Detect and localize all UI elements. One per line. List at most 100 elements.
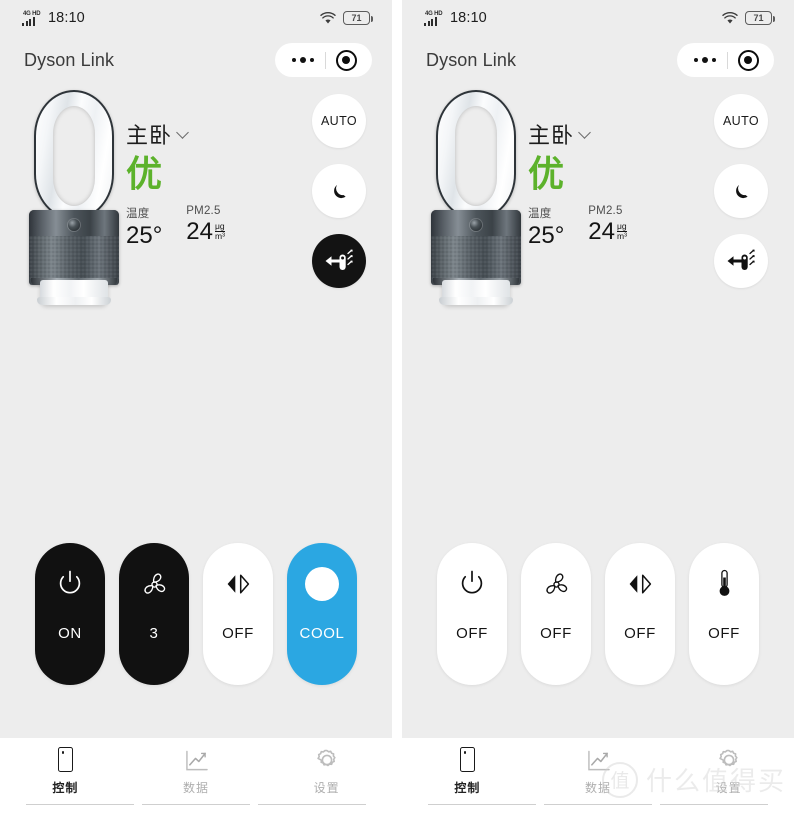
device-collar (29, 210, 119, 236)
control-caption: OFF (456, 625, 488, 642)
metric-number: 25° (528, 222, 565, 249)
more-dots-icon[interactable] (683, 56, 727, 64)
mode-button-group: AUTO (714, 94, 768, 288)
power-button[interactable]: ON (35, 543, 105, 685)
status-bar-clock: 18:10 (48, 9, 85, 26)
device-loop-amplifier (436, 90, 516, 220)
device-filter-body (431, 210, 521, 285)
bottom-tab-bar: 控制 数据 设置 (0, 738, 392, 820)
metric-value: 25° (126, 222, 162, 250)
room-selector[interactable]: 主卧 (528, 118, 658, 150)
power-button[interactable]: OFF (437, 543, 507, 685)
cool-dot-icon (305, 543, 339, 625)
tab-underline (258, 804, 366, 806)
unit-denominator: m³ (617, 231, 627, 241)
metric-value: 24 μg m³ (588, 218, 627, 246)
night-mode-button[interactable] (312, 164, 366, 218)
control-deck: OFF OFF OFF OFF (402, 543, 794, 685)
battery-indicator: 71 (343, 11, 373, 25)
auto-mode-button[interactable]: AUTO (312, 94, 366, 148)
auto-mode-button[interactable]: AUTO (714, 94, 768, 148)
signal-bars-icon: 4G HD (424, 11, 445, 26)
tab-underline (142, 804, 250, 806)
wifi-icon (320, 11, 336, 23)
tab-underline (26, 804, 134, 806)
wifi-icon (722, 11, 738, 23)
airflow-direction-button[interactable] (714, 234, 768, 288)
more-dots-icon[interactable] (281, 56, 325, 64)
tab-settings[interactable]: 设置 (261, 738, 392, 804)
metric-pm25: PM2.5 24 μg m³ (186, 205, 225, 250)
air-quality-value: 优 (126, 153, 164, 194)
target-record-icon[interactable] (728, 49, 768, 71)
tab-data[interactable]: 数据 (533, 738, 664, 804)
mode-button-group: AUTO (312, 94, 366, 288)
signal-bars-icon: 4G HD (22, 11, 43, 26)
metric-label: 温度 (126, 208, 150, 220)
airflow-icon (727, 249, 755, 270)
status-bar: 4G HD 18:10 71 (0, 0, 392, 36)
tab-label: 控制 (454, 781, 481, 795)
metric-label: PM2.5 (186, 205, 221, 217)
tab-underline-group (402, 804, 794, 806)
status-bar-left: 4G HD 18:10 (424, 10, 487, 26)
auto-mode-label: AUTO (722, 114, 760, 128)
phone-screen-left: 4G HD 18:10 71 Dyson Link 主卧 优 温度 25° PM… (0, 0, 392, 820)
tab-control[interactable]: 控制 (0, 738, 131, 804)
night-mode-button[interactable] (714, 164, 768, 218)
tab-underline-group (0, 804, 392, 806)
moon-icon (333, 184, 346, 198)
moon-icon (735, 184, 748, 198)
hero-panel: 主卧 优 温度 25° PM2.5 24 μg m³ AUTO (0, 84, 392, 334)
heat-mode-button[interactable]: OFF (689, 543, 759, 685)
tab-list: 控制 数据 设置 (402, 738, 794, 804)
control-caption: ON (58, 625, 82, 642)
tab-underline (428, 804, 536, 806)
fan-speed-button[interactable]: 3 (119, 543, 189, 685)
room-selector[interactable]: 主卧 (126, 118, 256, 150)
tab-underline (660, 804, 768, 806)
fan-speed-button[interactable]: OFF (521, 543, 591, 685)
tab-settings[interactable]: 设置 (663, 738, 794, 804)
oscillation-button[interactable]: OFF (605, 543, 675, 685)
tab-label: 数据 (585, 781, 612, 795)
phone-screen-right: 4G HD 18:10 71 Dyson Link 主卧 优 温度 25° PM… (402, 0, 794, 820)
control-caption: COOL (299, 625, 345, 642)
metric-value: 24 μg m³ (186, 218, 225, 246)
control-deck: ON 3 OFF COOL (0, 543, 392, 685)
metric-unit: μg m³ (215, 222, 225, 241)
control-caption: 3 (149, 625, 159, 642)
cool-mode-button[interactable]: COOL (287, 543, 357, 685)
oscillation-button[interactable]: OFF (203, 543, 273, 685)
control-caption: OFF (222, 625, 254, 642)
tab-label: 数据 (183, 781, 210, 795)
signal-bar-group (22, 16, 35, 26)
device-mesh-texture (431, 236, 521, 279)
unit-denominator: m³ (215, 231, 225, 241)
metric-number: 24 (186, 218, 213, 245)
signal-bar-group (424, 16, 437, 26)
metric-label: PM2.5 (588, 205, 623, 217)
tab-label: 控制 (52, 781, 79, 795)
tab-control[interactable]: 控制 (402, 738, 533, 804)
target-record-icon[interactable] (326, 49, 366, 71)
chart-icon (184, 746, 209, 772)
airflow-direction-button[interactable] (312, 234, 366, 288)
power-icon (457, 543, 487, 625)
tab-data[interactable]: 数据 (131, 738, 262, 804)
control-caption: OFF (540, 625, 572, 642)
room-name: 主卧 (126, 123, 173, 148)
battery-indicator: 71 (745, 11, 775, 25)
control-caption: OFF (708, 625, 740, 642)
metric-label: 温度 (528, 208, 552, 220)
dyson-purifier-illustration (26, 90, 122, 305)
thermometer-icon (718, 543, 731, 625)
app-header: Dyson Link (0, 36, 392, 84)
chevron-down-icon (176, 125, 189, 139)
air-quality-value: 优 (528, 153, 566, 194)
oscillation-icon (623, 543, 657, 625)
device-mesh-texture (29, 236, 119, 279)
status-bar-left: 4G HD 18:10 (22, 9, 85, 26)
gear-icon (717, 746, 741, 772)
metric-pm25: PM2.5 24 μg m³ (588, 205, 627, 250)
